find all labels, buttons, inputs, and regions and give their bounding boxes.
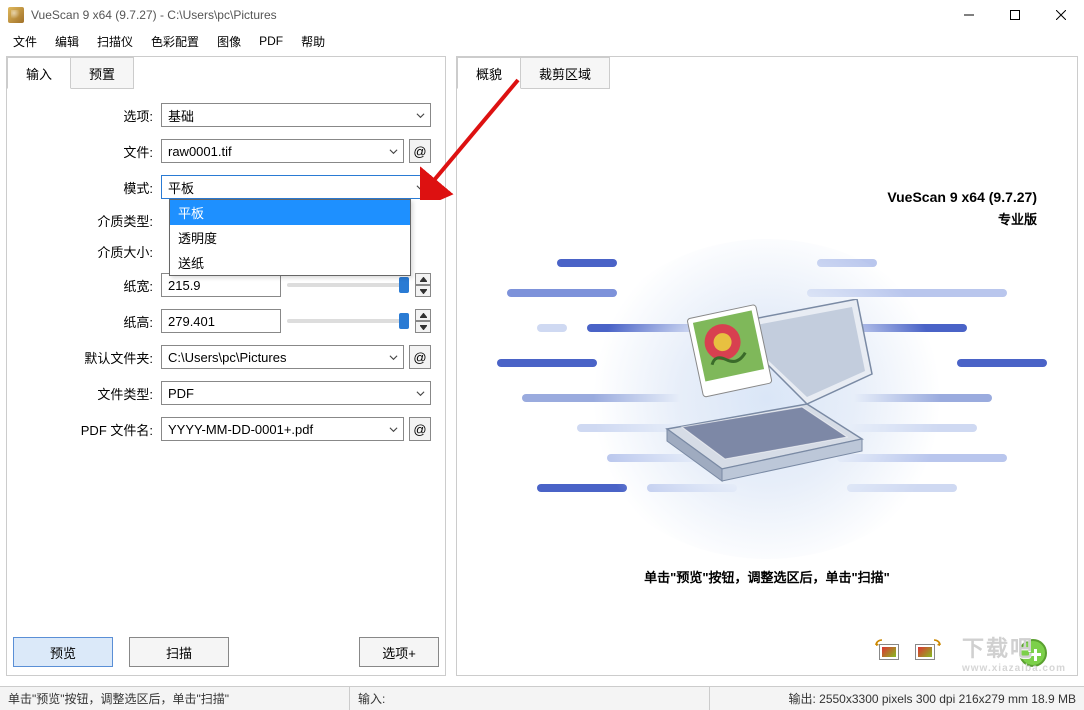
- chevron-down-icon: [389, 425, 398, 434]
- right-tabs: 概貌 裁剪区域: [457, 56, 1077, 88]
- input-paper-height[interactable]: 279.401: [161, 309, 281, 333]
- spinner-paper-width[interactable]: [415, 273, 431, 297]
- combo-file-value: raw0001.tif: [168, 144, 232, 159]
- tab-preset[interactable]: 预置: [70, 57, 134, 89]
- row-options: 选项: 基础: [21, 103, 431, 127]
- status-input: 输入:: [350, 687, 710, 710]
- scanner-illustration: [657, 299, 877, 499]
- scan-button[interactable]: 扫描: [129, 637, 229, 667]
- rotate-right-button[interactable]: [913, 641, 939, 665]
- label-options: 选项:: [21, 106, 161, 125]
- file-at-button[interactable]: @: [409, 139, 431, 163]
- mode-option-feeder[interactable]: 送纸: [170, 250, 410, 275]
- spin-down-icon[interactable]: [415, 321, 431, 333]
- folder-at-button[interactable]: @: [409, 345, 431, 369]
- chevron-down-icon: [389, 353, 398, 362]
- slider-thumb[interactable]: [399, 313, 409, 329]
- slider-thumb[interactable]: [399, 277, 409, 293]
- rotate-left-icon: [875, 639, 889, 649]
- label-default-folder: 默认文件夹:: [21, 348, 161, 367]
- menu-image[interactable]: 图像: [208, 31, 250, 52]
- label-pdf-filename: PDF 文件名:: [21, 420, 161, 439]
- watermark: 下载吧 www.xiazaiba.com: [962, 631, 1066, 674]
- row-paper-height: 纸高: 279.401: [21, 309, 431, 333]
- combo-pdf-filename-value: YYYY-MM-DD-0001+.pdf: [168, 422, 313, 437]
- label-mode: 模式:: [21, 178, 161, 197]
- preview-instruction: 单击"预览"按钮，调整选区后，单击"扫描": [457, 567, 1077, 586]
- row-paper-width: 纸宽: 215.9: [21, 273, 431, 297]
- titlebar: VueScan 9 x64 (9.7.27) - C:\Users\pc\Pic…: [0, 0, 1084, 30]
- status-hint: 单击"预览"按钮，调整选区后，单击"扫描": [0, 687, 350, 710]
- minimize-button[interactable]: [946, 0, 992, 30]
- chevron-down-icon: [416, 183, 425, 192]
- close-button[interactable]: [1038, 0, 1084, 30]
- preview-area: VueScan 9 x64 (9.7.27) 专业版: [457, 89, 1077, 675]
- mode-option-transparency[interactable]: 透明度: [170, 225, 410, 250]
- tab-preview[interactable]: 概貌: [457, 57, 521, 89]
- menu-pdf[interactable]: PDF: [250, 32, 292, 50]
- combo-default-folder-value: C:\Users\pc\Pictures: [168, 350, 286, 365]
- spin-up-icon[interactable]: [415, 309, 431, 321]
- preview-subtitle: 专业版: [457, 209, 1037, 228]
- rotate-right-icon: [927, 639, 941, 649]
- spin-up-icon[interactable]: [415, 273, 431, 285]
- right-panel: 概貌 裁剪区域 VueScan 9 x64 (9.7.27) 专业版: [456, 56, 1078, 676]
- row-mode: 模式: 平板 平板 透明度 送纸: [21, 175, 431, 199]
- combo-file-type-value: PDF: [168, 386, 194, 401]
- label-media-type: 介质类型:: [21, 211, 161, 230]
- row-file-type: 文件类型: PDF: [21, 381, 431, 405]
- label-file: 文件:: [21, 142, 161, 161]
- label-paper-height: 纸高:: [21, 312, 161, 331]
- chevron-down-icon: [389, 147, 398, 156]
- combo-default-folder[interactable]: C:\Users\pc\Pictures: [161, 345, 404, 369]
- combo-options[interactable]: 基础: [161, 103, 431, 127]
- left-panel: 输入 预置 选项: 基础 文件: raw0001.tif @: [6, 56, 446, 676]
- combo-mode[interactable]: 平板: [161, 175, 431, 199]
- menu-help[interactable]: 帮助: [292, 31, 334, 52]
- row-default-folder: 默认文件夹: C:\Users\pc\Pictures @: [21, 345, 431, 369]
- combo-options-value: 基础: [168, 106, 194, 125]
- combo-file-type[interactable]: PDF: [161, 381, 431, 405]
- rotate-left-button[interactable]: [877, 641, 903, 665]
- row-pdf-filename: PDF 文件名: YYYY-MM-DD-0001+.pdf @: [21, 417, 431, 441]
- tab-crop[interactable]: 裁剪区域: [520, 57, 610, 89]
- tab-input[interactable]: 输入: [7, 57, 71, 89]
- label-paper-width: 纸宽:: [21, 276, 161, 295]
- preview-button[interactable]: 预览: [13, 637, 113, 667]
- menu-edit[interactable]: 编辑: [46, 31, 88, 52]
- preview-title: VueScan 9 x64 (9.7.27): [457, 189, 1037, 205]
- input-form: 选项: 基础 文件: raw0001.tif @ 模式: 平板: [7, 89, 445, 463]
- spin-down-icon[interactable]: [415, 285, 431, 297]
- chevron-down-icon: [416, 389, 425, 398]
- chevron-down-icon: [416, 111, 425, 120]
- slider-paper-width[interactable]: [287, 283, 409, 287]
- action-buttons: 预览 扫描 选项+: [13, 637, 439, 667]
- menu-file[interactable]: 文件: [4, 31, 46, 52]
- maximize-button[interactable]: [992, 0, 1038, 30]
- menubar: 文件 编辑 扫描仪 色彩配置 图像 PDF 帮助: [0, 30, 1084, 52]
- mode-dropdown: 平板 透明度 送纸: [169, 199, 411, 276]
- label-file-type: 文件类型:: [21, 384, 161, 403]
- combo-file[interactable]: raw0001.tif: [161, 139, 404, 163]
- workspace: 输入 预置 选项: 基础 文件: raw0001.tif @: [0, 52, 1084, 682]
- left-tabs: 输入 预置: [7, 56, 445, 88]
- options-plus-button[interactable]: 选项+: [359, 637, 439, 667]
- combo-mode-value: 平板: [168, 178, 194, 197]
- spinner-paper-height[interactable]: [415, 309, 431, 333]
- combo-pdf-filename[interactable]: YYYY-MM-DD-0001+.pdf: [161, 417, 404, 441]
- status-bar: 单击"预览"按钮，调整选区后，单击"扫描" 输入: 输出: 2550x3300 …: [0, 686, 1084, 710]
- slider-paper-height[interactable]: [287, 319, 409, 323]
- app-icon: [8, 7, 24, 23]
- row-file: 文件: raw0001.tif @: [21, 139, 431, 163]
- window-title: VueScan 9 x64 (9.7.27) - C:\Users\pc\Pic…: [31, 8, 277, 22]
- menu-scanner[interactable]: 扫描仪: [88, 31, 142, 52]
- window-controls: [946, 0, 1084, 30]
- input-paper-width[interactable]: 215.9: [161, 273, 281, 297]
- menu-color[interactable]: 色彩配置: [142, 31, 208, 52]
- label-media-size: 介质大小:: [21, 242, 161, 261]
- status-output: 输出: 2550x3300 pixels 300 dpi 216x279 mm …: [780, 687, 1084, 710]
- mode-option-flatbed[interactable]: 平板: [170, 200, 410, 225]
- pdf-at-button[interactable]: @: [409, 417, 431, 441]
